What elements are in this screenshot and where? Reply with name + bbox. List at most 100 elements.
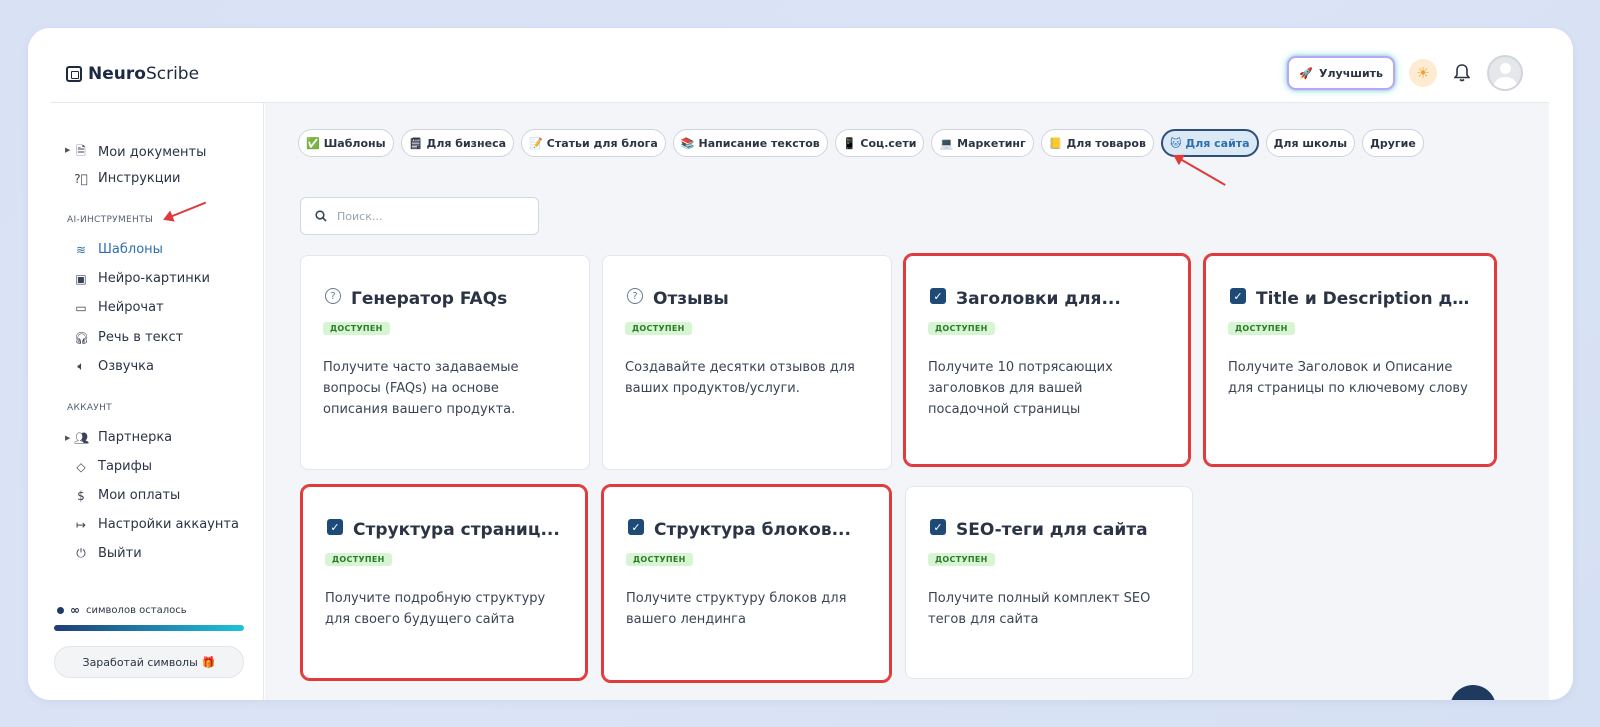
logo-icon <box>66 66 82 82</box>
sidebar-item-payments[interactable]: $ Мои оплаты <box>74 488 180 503</box>
notepad-icon: 🗒 <box>408 136 423 150</box>
card-description: Получите полный комплект SEO тегов для с… <box>928 591 1151 627</box>
card-description: Создавайте десятки отзывов для ваших про… <box>625 360 855 396</box>
chip-marketing[interactable]: 💻 Маркетинг <box>931 129 1034 157</box>
section-label-ai-tools: AI-ИНСТРУМЕНТЫ <box>67 215 154 225</box>
card-title: SEO-теги для сайта <box>956 520 1148 540</box>
chip-writing[interactable]: 📚 Написание текстов <box>672 129 828 157</box>
template-card-landing-headlines[interactable]: ✓ Заголовки для... ДОСТУПЕН Получите 10 … <box>903 253 1191 467</box>
sidebar-item-tariffs[interactable]: ◇ Тарифы <box>74 459 152 474</box>
checkbox-icon: ✓ <box>325 519 345 541</box>
status-badge: ДОСТУПЕН <box>325 553 392 566</box>
chip-other[interactable]: Другие <box>1362 129 1424 157</box>
caret-right-icon[interactable]: ▶ <box>65 434 70 442</box>
sidebar: ▶ 🗎 Мои документы ?⃝ Инструкции AI-ИНСТР… <box>50 103 264 700</box>
symbols-progress-bar <box>54 625 244 631</box>
card-description: Получите 10 потрясающих заголовков для в… <box>928 360 1113 417</box>
status-badge: ДОСТУПЕН <box>626 553 693 566</box>
question-icon: ? <box>625 288 645 310</box>
template-card-site-structure[interactable]: ✓ Структура страниц... ДОСТУПЕН Получите… <box>300 484 588 681</box>
users-icon: 👥︎ <box>74 430 90 445</box>
chip-templates[interactable]: ✅ Шаблоны <box>298 129 394 157</box>
sidebar-item-speech-to-text[interactable]: 🎧︎ Речь в текст <box>74 330 183 345</box>
earn-symbols-label: Заработай символы <box>82 655 198 669</box>
search-input[interactable]: Поиск... <box>300 197 539 235</box>
checkbox-icon: ✓ <box>928 288 948 310</box>
sidebar-item-neurochat[interactable]: ▭ Нейрочат <box>74 300 163 315</box>
sidebar-item-label: Партнерка <box>98 430 173 445</box>
layers-icon: ≋ <box>75 242 87 257</box>
caret-right-icon[interactable]: ▶ <box>65 146 70 154</box>
power-icon: ⏻ <box>76 546 86 560</box>
chip-blog-articles[interactable]: 📝 Статьи для блога <box>521 129 666 157</box>
chat-fab-button[interactable] <box>1450 685 1496 700</box>
books-icon: 📚 <box>680 136 695 150</box>
sidebar-item-label: Мои оплаты <box>98 488 181 503</box>
card-description: Получите часто задаваемые вопросы (FAQs)… <box>323 360 519 417</box>
dollar-icon: $ <box>77 488 85 503</box>
sidebar-item-label: Настройки аккаунта <box>98 517 239 532</box>
app-logo[interactable]: NeuroScribe <box>66 64 199 84</box>
sidebar-item-label: Нейро-картинки <box>98 271 211 286</box>
chip-label: Для бизнеса <box>426 136 507 150</box>
card-description: Получите Заголовок и Описание для страни… <box>1228 360 1468 396</box>
gift-icon: 🎁 <box>201 655 216 669</box>
image-icon: ▣ <box>75 271 87 286</box>
template-card-faq[interactable]: ? Генератор FAQs ДОСТУПЕН Получите часто… <box>300 255 590 470</box>
main-content: ✅ Шаблоны 🗒 Для бизнеса 📝 Статьи для блога … <box>265 103 1549 700</box>
header-actions: 🚀 Улучшить ☀ <box>1287 55 1523 91</box>
checkbox-icon: ✓ <box>1228 288 1248 310</box>
sidebar-item-voiceover[interactable]: 🔈︎ Озвучка <box>74 359 154 374</box>
sidebar-item-label: Речь в текст <box>98 330 184 345</box>
category-chips: ✅ Шаблоны 🗒 Для бизнеса 📝 Статьи для блога … <box>298 129 1424 157</box>
sidebar-item-logout[interactable]: ⏻ Выйти <box>74 546 142 561</box>
template-card-title-description[interactable]: ✓ Title и Description для... ДОСТУПЕН По… <box>1203 253 1497 467</box>
avatar[interactable] <box>1487 55 1523 91</box>
chip-label: Для школы <box>1273 136 1348 150</box>
bell-icon[interactable] <box>1451 62 1473 84</box>
sidebar-item-instructions[interactable]: ?⃝ Инструкции <box>74 171 181 186</box>
card-title: Генератор FAQs <box>351 289 508 309</box>
sidebar-item-account-settings[interactable]: ↦ Настройки аккаунта <box>74 517 239 532</box>
chip-products[interactable]: 📒 Для товаров <box>1040 129 1154 157</box>
status-dot <box>57 606 64 614</box>
template-card-seo-tags[interactable]: ✓ SEO-теги для сайта ДОСТУПЕН Получите п… <box>905 486 1193 679</box>
chip-label: Другие <box>1370 136 1416 150</box>
template-card-block-structure[interactable]: ✓ Структура блоков... ДОСТУПЕН Получите … <box>601 484 892 683</box>
sidebar-item-neuro-images[interactable]: ▣ Нейро-картинки <box>74 271 210 286</box>
card-title: Заголовки для... <box>956 289 1121 309</box>
symbols-value: ∞ <box>70 603 80 617</box>
symbols-remaining: ∞ символов осталось <box>57 603 187 617</box>
document-icon: 🗎 <box>76 144 86 158</box>
card-description: Получите подробную структуру для своего … <box>325 591 546 627</box>
checkbox-icon: ✓ <box>928 519 948 541</box>
status-badge: ДОСТУПЕН <box>323 322 390 335</box>
memo-icon: 📝 <box>529 136 543 150</box>
chip-social[interactable]: 📱 Соц.сети <box>834 129 925 157</box>
sidebar-item-templates[interactable]: ≋ Шаблоны <box>74 242 163 257</box>
template-card-reviews[interactable]: ? Отзывы ДОСТУПЕН Создавайте десятки отз… <box>602 255 892 470</box>
sidebar-item-label: Мои документы <box>98 145 207 160</box>
status-badge: ДОСТУПЕН <box>928 322 995 335</box>
chip-label: Шаблоны <box>323 136 386 150</box>
sidebar-item-label: Инструкции <box>98 171 181 186</box>
card-title: Структура блоков... <box>654 520 851 540</box>
card-title: Title и Description для... <box>1256 289 1472 309</box>
chip-school[interactable]: Для школы <box>1265 129 1356 157</box>
chip-label: Написание текстов <box>698 136 820 150</box>
sidebar-item-partners[interactable]: 👥︎ Партнерка <box>74 430 172 445</box>
card-description: Получите структуру блоков для вашего лен… <box>626 591 847 627</box>
sidebar-item-label: Выйти <box>98 546 142 561</box>
card-title: Отзывы <box>653 289 729 309</box>
upgrade-button[interactable]: 🚀 Улучшить <box>1287 56 1395 90</box>
checkmark-icon: ✅ <box>306 136 320 150</box>
chip-label: Для товаров <box>1066 136 1146 150</box>
brand-name-rest: Scribe <box>145 64 200 84</box>
earn-symbols-button[interactable]: Заработай символы 🎁 <box>54 646 244 678</box>
sun-icon[interactable]: ☀ <box>1409 59 1437 87</box>
chip-business[interactable]: 🗒 Для бизнеса <box>400 129 515 157</box>
phone-icon: 📱 <box>842 136 857 150</box>
chip-label: Соц.сети <box>860 136 917 150</box>
sidebar-item-my-documents[interactable]: 🗎 Мои документы <box>74 142 206 163</box>
symbols-label: символов осталось <box>86 604 187 616</box>
